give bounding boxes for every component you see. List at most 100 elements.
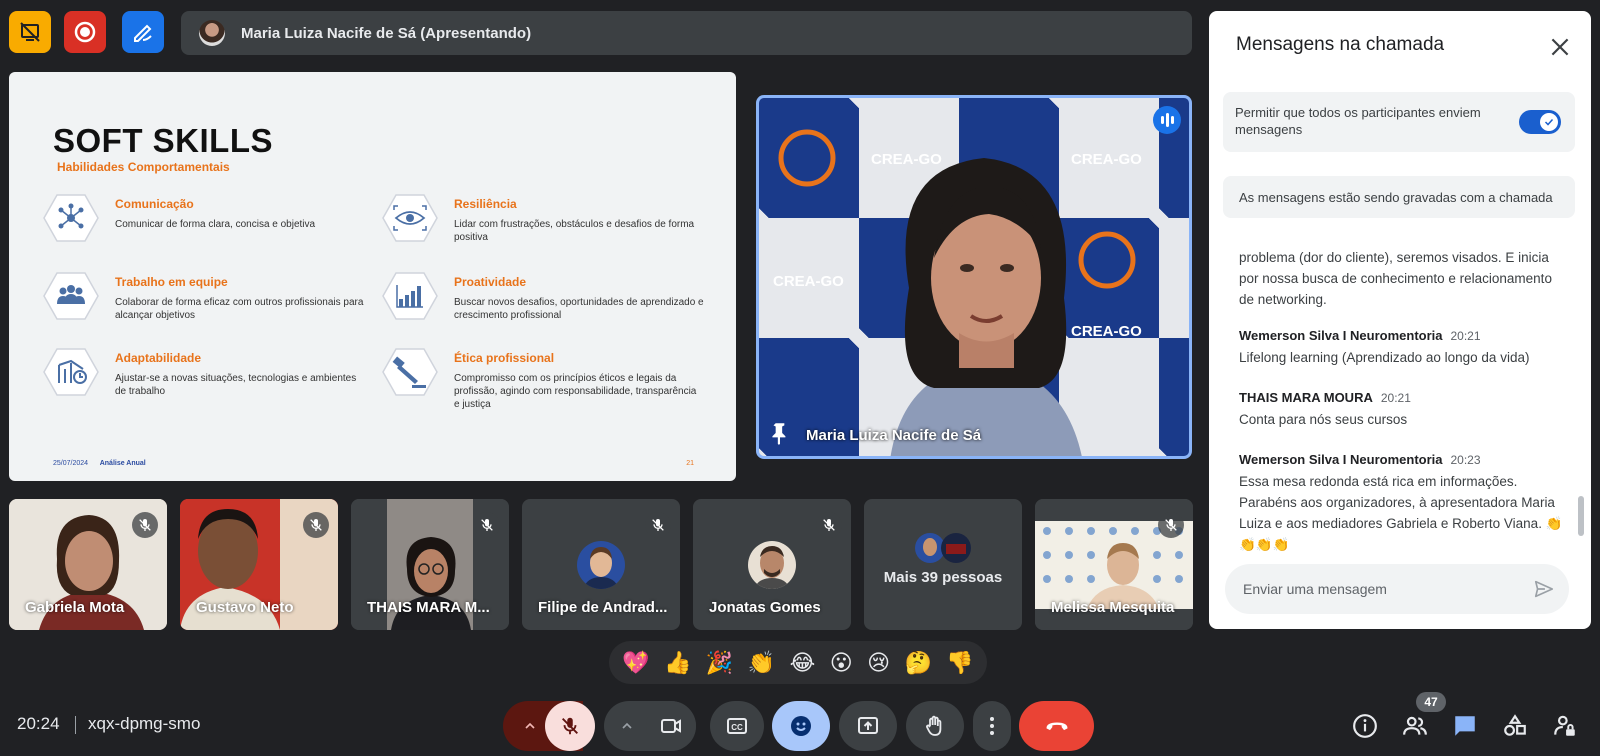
- participant-name: THAIS MARA M...: [367, 599, 490, 616]
- presenter-person: [890, 158, 1082, 456]
- more-participants-label: Mais 39 pessoas: [883, 569, 1003, 586]
- presenter-bar: Maria Luiza Nacife de Sá (Apresentando): [181, 11, 1192, 55]
- smiley-icon: [791, 716, 811, 736]
- chat-button[interactable]: [1449, 710, 1481, 742]
- raise-hand-button[interactable]: [906, 701, 964, 751]
- presenter-avatar: [199, 20, 225, 46]
- check-icon: [1540, 113, 1558, 131]
- skill-desc: Lidar com frustrações, obstáculos e desa…: [454, 219, 695, 243]
- more-options-button[interactable]: [973, 701, 1011, 751]
- close-icon[interactable]: [1547, 34, 1573, 60]
- call-end-icon: [1046, 722, 1067, 731]
- skill-name: Comunicação: [115, 197, 194, 211]
- leave-call-button[interactable]: [1019, 701, 1094, 751]
- skill-desc: Colaborar de forma eficaz com outros pro…: [115, 297, 364, 321]
- activities-button[interactable]: [1499, 710, 1531, 742]
- chat-message-input[interactable]: [1243, 564, 1523, 614]
- network-icon: [43, 194, 99, 242]
- growth-chart-icon: [382, 272, 438, 320]
- chat-panel-title: Mensagens na chamada: [1236, 34, 1445, 55]
- reaction-joy[interactable]: 😂: [790, 651, 816, 674]
- message-sender: Wemerson Silva I Neuromentoria 20:21: [1239, 328, 1481, 343]
- record-icon: [74, 21, 96, 43]
- participant-avatar: [748, 541, 796, 589]
- presenter-name: Maria Luiza Nacife de Sá: [806, 427, 982, 444]
- host-controls-button[interactable]: [1549, 710, 1581, 742]
- participant-name: Gabriela Mota: [25, 599, 125, 616]
- lock-person-icon: [1554, 715, 1575, 736]
- closed-captions-icon: CC: [727, 718, 747, 734]
- chevron-up-icon: [525, 722, 535, 729]
- message-sender: THAIS MARA MOURA 20:21: [1239, 390, 1411, 405]
- chat-message: THAIS MARA MOURA 20:21 Conta para nós seu…: [1239, 390, 1564, 430]
- slide-footer-date: 25/07/2024 Análise Anual: [53, 460, 146, 467]
- reaction-sparkling-heart[interactable]: 💖: [622, 651, 649, 674]
- chat-panel: Mensagens na chamada Permitir que todos …: [1209, 11, 1591, 629]
- reaction-crying[interactable]: 😢: [867, 651, 890, 674]
- speaking-indicator-icon: [1153, 106, 1181, 134]
- participant-name: Melissa Mesquita: [1051, 599, 1175, 616]
- more-participants-tile[interactable]: Mais 39 pessoas: [864, 499, 1022, 630]
- presenter-label: Maria Luiza Nacife de Sá (Apresentando): [241, 24, 532, 42]
- raise-hand-icon: [926, 715, 942, 736]
- chat-message: Wemerson Silva I Neuromentoria 20:21 Life…: [1239, 328, 1564, 368]
- more-participants-avatars: [915, 533, 971, 563]
- mic-off-icon: [1158, 512, 1184, 538]
- message-text: Conta para nós seus cursos: [1239, 412, 1408, 427]
- eye-icon: [382, 194, 438, 242]
- slides-off-icon: [20, 22, 40, 42]
- slide-subtitle: Habilidades Comportamentais: [57, 160, 230, 174]
- meeting-code: xqx-dpmg-smo: [88, 714, 201, 733]
- svg-text:CREA-GO: CREA-GO: [773, 273, 844, 290]
- skill-name: Ética profissional: [454, 351, 555, 365]
- mic-off-icon: [816, 512, 842, 538]
- participant-tile[interactable]: Melissa Mesquita: [1035, 499, 1193, 630]
- captions-button[interactable]: CC: [710, 701, 764, 751]
- chat-scrollbar[interactable]: [1578, 496, 1584, 536]
- people-button[interactable]: [1399, 710, 1431, 742]
- info-icon: [1353, 714, 1377, 738]
- skill-name: Adaptabilidade: [115, 351, 202, 365]
- participant-avatar: [577, 541, 625, 589]
- skill-name: Proatividade: [454, 275, 527, 289]
- gavel-icon: [382, 348, 438, 396]
- participant-tile[interactable]: Filipe de Andrad...: [522, 499, 680, 630]
- reaction-thumbs-down[interactable]: 👎: [946, 651, 973, 674]
- videocam-icon: [661, 719, 681, 733]
- reaction-party-popper[interactable]: 🎉: [706, 651, 733, 674]
- presenter-video-tile[interactable]: CREA-GO CREA-GO CREA-GO CREA-GO Maria Lu…: [756, 95, 1192, 459]
- skill-desc: Ajustar-se a novas situações, tecnologia…: [115, 373, 357, 397]
- participant-tile[interactable]: THAIS MARA M...: [351, 499, 509, 630]
- microphone-toggle-button[interactable]: [545, 701, 595, 751]
- chat-permission-setting: Permitir que todos os participantes envi…: [1223, 92, 1575, 152]
- whiteboard-button[interactable]: [122, 11, 164, 53]
- send-icon[interactable]: [1533, 578, 1555, 600]
- message-time: 20:23: [1450, 453, 1481, 467]
- reaction-thinking[interactable]: 🤔: [905, 651, 932, 674]
- skill-name: Trabalho em equipe: [115, 275, 228, 289]
- present-screen-button[interactable]: [839, 701, 897, 751]
- skill-desc: Buscar novos desafios, oportunidades de …: [454, 297, 704, 321]
- participant-tile[interactable]: Gabriela Mota: [9, 499, 167, 630]
- meeting-details-button[interactable]: [1349, 710, 1381, 742]
- pin-icon[interactable]: [767, 420, 793, 446]
- reaction-surprised[interactable]: 😮: [830, 651, 853, 674]
- message-sender: Wemerson Silva I Neuromentoria 20:23: [1239, 452, 1481, 467]
- recording-button[interactable]: [64, 11, 106, 53]
- camera-toggle-button[interactable]: [646, 701, 696, 751]
- mic-off-icon: [645, 512, 671, 538]
- message-text: Essa mesa redonda está rica em informaçõ…: [1239, 474, 1563, 552]
- chat-icon: [1455, 716, 1475, 736]
- reaction-thumbs-up[interactable]: 👍: [664, 651, 691, 674]
- reactions-button[interactable]: [772, 701, 830, 751]
- participant-tile[interactable]: Jonatas Gomes: [693, 499, 851, 630]
- present-slides-off-button[interactable]: [9, 11, 51, 53]
- mic-off-icon: [562, 717, 578, 735]
- chevron-up-icon: [622, 722, 632, 729]
- participant-tile[interactable]: Gustavo Neto: [180, 499, 338, 630]
- message-text: Lifelong learning (Aprendizado ao longo …: [1239, 350, 1530, 365]
- meeting-time: 20:24: [17, 714, 60, 733]
- recording-notice: As mensagens estão sendo gravadas com a …: [1223, 176, 1575, 218]
- permission-toggle[interactable]: [1519, 110, 1561, 134]
- reaction-clapping[interactable]: 👏: [748, 651, 775, 674]
